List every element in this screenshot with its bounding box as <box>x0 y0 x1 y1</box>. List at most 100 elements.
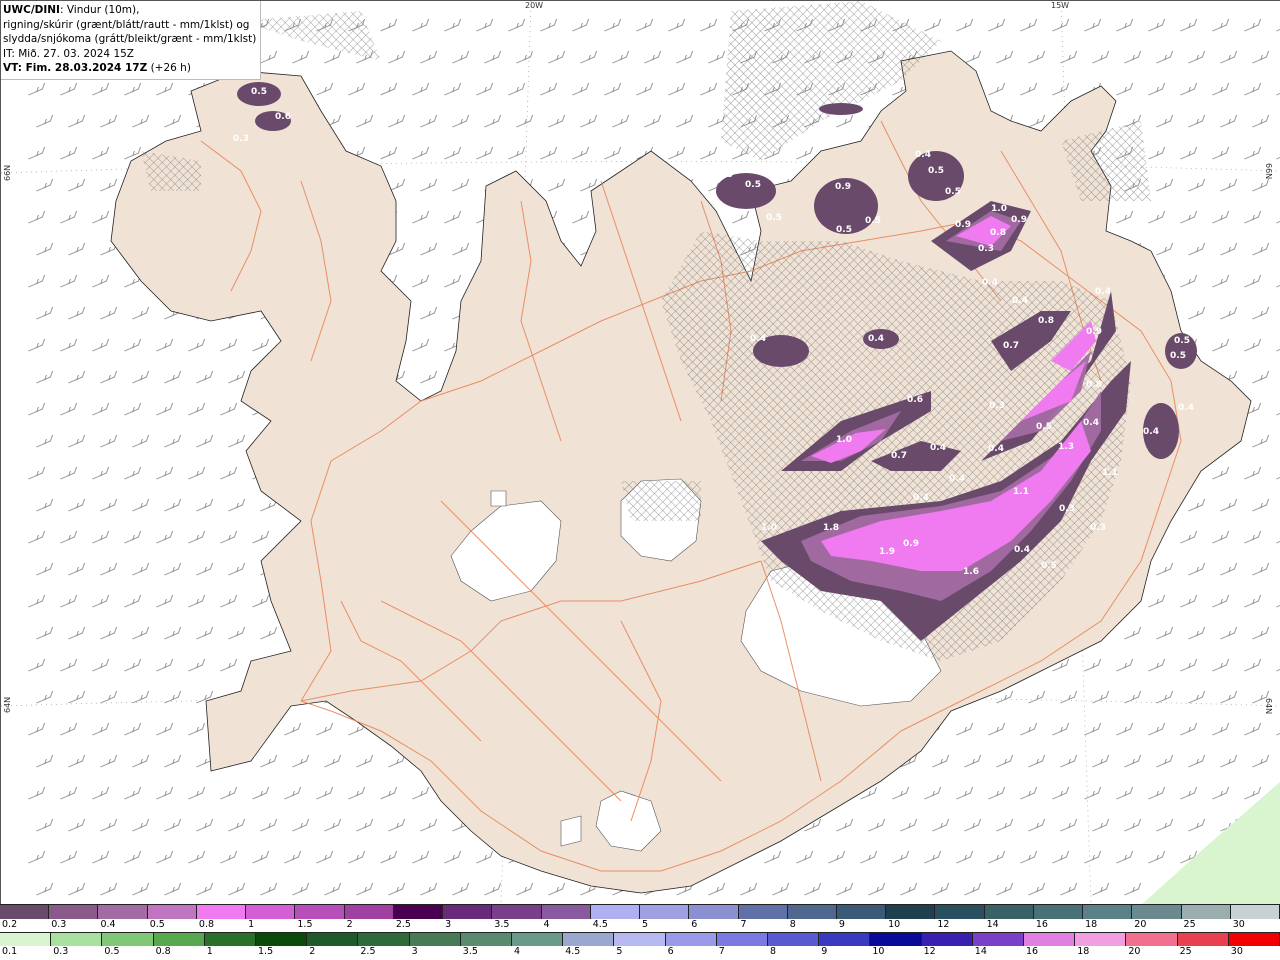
precip-value-label: 0.3 <box>989 401 1005 411</box>
precip-value-label: 1.1 <box>1013 487 1029 497</box>
colorbar-swatch <box>102 933 154 946</box>
precip-value-label: 0.4 <box>913 493 929 503</box>
colorbar-swatch <box>0 933 52 946</box>
colorbar-label: 18 <box>1085 919 1098 930</box>
colorbar-swatch <box>768 933 820 946</box>
forecast-hour: (+26 h) <box>147 62 191 74</box>
colorbar-swatch <box>541 905 591 919</box>
colorbar-label: 1 <box>206 946 213 957</box>
precip-value-label: 1.6 <box>963 567 979 577</box>
colorbar-label: 20 <box>1134 919 1147 930</box>
colorbar-swatch <box>738 905 788 919</box>
colorbar-label: 9 <box>838 919 845 930</box>
map-canvas[interactable]: 0.5 0.6 0.3 0.5 0.5 0.5 0.9 0.5 0.5 0.4 0.5 0.5 1.0 0… <box>0 0 1280 905</box>
colorbar-label: 3 <box>411 946 418 957</box>
precip-value-label: 0.9 <box>1086 327 1102 337</box>
colorbar-label: 1.5 <box>258 946 274 957</box>
precip-value-label: 0.4 <box>1178 403 1194 413</box>
colorbar-label: 2 <box>309 946 316 957</box>
lat-label-66n-right: 66N <box>1264 163 1273 180</box>
colorbar-label: 1 <box>248 919 255 930</box>
colorbar-swatch <box>972 933 1025 946</box>
colorbar-label: 4 <box>543 919 550 930</box>
precip-value-label: 0.5 <box>945 187 961 197</box>
colorbar-swatch <box>614 933 666 946</box>
colorbar-swatch <box>153 933 205 946</box>
precip-value-label: 0.5 <box>1036 422 1052 432</box>
precip-value-label: 1.8 <box>823 523 839 533</box>
precip-value-label: 0.5 <box>1174 336 1190 346</box>
colorbar-swatch <box>393 905 444 919</box>
colorbar-swatch <box>246 905 296 919</box>
colorbar-label: 30 <box>1232 919 1245 930</box>
colorbar-swatch <box>590 905 641 919</box>
rain-colorbar <box>0 932 1280 946</box>
lon-label-20w: 20W <box>525 1 544 10</box>
precip-value-label: 0.5 <box>745 180 761 190</box>
colorbar-swatch <box>1228 933 1280 946</box>
colorbar-label: 14 <box>974 946 987 957</box>
colorbar-label: 3.5 <box>494 919 510 930</box>
colorbar-swatch <box>870 933 922 946</box>
colorbar-label: 6 <box>691 919 698 930</box>
colorbar-label: 10 <box>888 919 901 930</box>
precip-value-label: 1.1 <box>1102 468 1118 478</box>
colorbar-label: 9 <box>821 946 828 957</box>
colorbar-swatch <box>256 933 308 946</box>
precip-value-label: 0.4 <box>915 150 931 160</box>
precip-value-label: 0.7 <box>1003 341 1019 351</box>
colorbar-label: 25 <box>1179 946 1192 957</box>
colorbar-swatch <box>716 933 769 946</box>
colorbar-label: 0.2 <box>2 919 18 930</box>
precip-value-label: 0.4 <box>868 334 884 344</box>
precip-value-label: 1.0 <box>836 435 852 445</box>
snow-colorbar <box>0 904 1280 919</box>
colorbar-swatch <box>1075 933 1127 946</box>
colorbar-label: 1.5 <box>297 919 313 930</box>
colorbar-swatch <box>665 933 717 946</box>
colorbar-swatch <box>1033 905 1084 919</box>
precip-value-label: 0.5 <box>1041 561 1057 571</box>
colorbar-swatch <box>1177 933 1229 946</box>
colorbar-label: 6 <box>667 946 674 957</box>
map-svg: 0.5 0.6 0.3 0.5 0.5 0.5 0.9 0.5 0.5 0.4 0.5 0.5 1.0 0… <box>1 1 1280 905</box>
colorbar-label: 12 <box>937 919 950 930</box>
colorbar-swatch <box>460 933 513 946</box>
precip-value-label: 0.5 <box>251 87 267 97</box>
colorbar-swatch <box>358 933 410 946</box>
colorbar-label: 0.5 <box>149 919 165 930</box>
colorbar-label: 18 <box>1077 946 1090 957</box>
colorbar-swatch <box>1132 905 1182 919</box>
precip-value-label: 0.5 <box>717 170 733 180</box>
map-header: UWC/DINI: Vindur (10m), rigning/skúrir (… <box>1 1 262 80</box>
colorbar-swatch <box>563 933 615 946</box>
model-name: UWC/DINI <box>3 4 60 16</box>
colorbar-label: 0.8 <box>155 946 171 957</box>
colorbar-swatch <box>1126 933 1178 946</box>
lat-label-66n-left: 66N <box>3 164 12 181</box>
colorbar-label: 0.5 <box>104 946 120 957</box>
colorbar-swatch <box>409 933 461 946</box>
colorbar-label: 0.1 <box>2 946 18 957</box>
colorbar-swatch <box>196 905 247 919</box>
colorbar-swatch <box>1024 933 1076 946</box>
colorbar-swatch <box>147 905 197 919</box>
precip-value-label: 0.4 <box>1083 418 1099 428</box>
colorbar-swatch <box>295 905 345 919</box>
precip-value-label: 0.5 <box>1170 351 1186 361</box>
colorbar-label: 14 <box>986 919 999 930</box>
colorbar-label: 4.5 <box>592 919 608 930</box>
colorbar-swatch <box>819 933 871 946</box>
colorbar-swatch <box>307 933 359 946</box>
colorbar-label: 30 <box>1230 946 1243 957</box>
precip-value-label: 0.4 <box>982 278 998 288</box>
colorbar-swatch <box>443 905 493 919</box>
colorbar-label: 0.3 <box>53 946 69 957</box>
precip-value-label: 0.3 <box>978 244 994 254</box>
colorbar-label: 8 <box>789 919 796 930</box>
precip-value-label: 0.5 <box>928 166 944 176</box>
precip-value-label: 1.0 <box>761 523 777 533</box>
colorbar-label: 8 <box>770 946 777 957</box>
colorbar-label: 2.5 <box>360 946 376 957</box>
precip-value-label: 0.8 <box>1086 380 1102 390</box>
